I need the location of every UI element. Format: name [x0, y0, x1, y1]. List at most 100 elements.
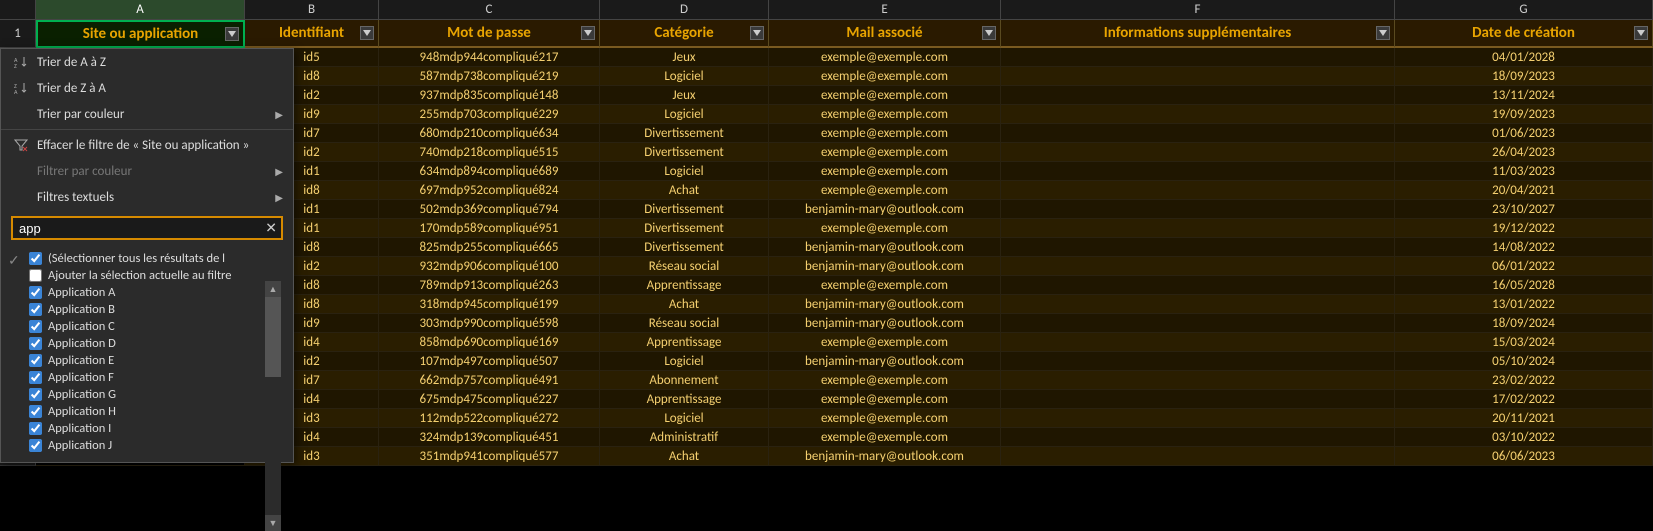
- check-item[interactable]: Application E: [29, 352, 293, 369]
- filter-button-mail[interactable]: [982, 26, 996, 40]
- cell-info[interactable]: [1001, 390, 1395, 409]
- cell-mail[interactable]: exemple@exemple.com: [769, 219, 1001, 238]
- filter-button-motdepasse[interactable]: [581, 26, 595, 40]
- check-item[interactable]: Application I: [29, 420, 293, 437]
- cell-categorie[interactable]: Achat: [600, 447, 769, 466]
- cell-mail[interactable]: benjamin-mary@outlook.com: [769, 200, 1001, 219]
- sort-az[interactable]: AZ Trier de A à Z: [1, 49, 293, 75]
- cell-info[interactable]: [1001, 67, 1395, 86]
- col-letter-B[interactable]: B: [245, 0, 379, 19]
- scroll-down-icon[interactable]: ▼: [265, 515, 281, 531]
- cell-mail[interactable]: benjamin-mary@outlook.com: [769, 447, 1001, 466]
- cell-date[interactable]: 06/01/2022: [1395, 257, 1653, 276]
- cell-motdepasse[interactable]: 351mdp941compliqué577: [379, 447, 600, 466]
- cell-mail[interactable]: exemple@exemple.com: [769, 143, 1001, 162]
- cell-motdepasse[interactable]: 740mdp218compliqué515: [379, 143, 600, 162]
- cell-motdepasse[interactable]: 932mdp906compliqué100: [379, 257, 600, 276]
- checkbox-item[interactable]: [29, 371, 42, 384]
- col-letter-D[interactable]: D: [600, 0, 769, 19]
- check-item[interactable]: Application D: [29, 335, 293, 352]
- cell-date[interactable]: 06/06/2023: [1395, 447, 1653, 466]
- cell-date[interactable]: 01/06/2023: [1395, 124, 1653, 143]
- col-letter-F[interactable]: F: [1001, 0, 1395, 19]
- cell-categorie[interactable]: Divertissement: [600, 124, 769, 143]
- checkbox-item[interactable]: [29, 422, 42, 435]
- cell-info[interactable]: [1001, 86, 1395, 105]
- cell-info[interactable]: [1001, 200, 1395, 219]
- cell-categorie[interactable]: Logiciel: [600, 162, 769, 181]
- check-item[interactable]: Application J: [29, 437, 293, 454]
- cell-categorie[interactable]: Réseau social: [600, 314, 769, 333]
- filter-button-date[interactable]: [1634, 26, 1648, 40]
- filter-button-site[interactable]: [225, 27, 239, 41]
- cell-mail[interactable]: exemple@exemple.com: [769, 428, 1001, 447]
- cell-date[interactable]: 19/12/2022: [1395, 219, 1653, 238]
- sort-za[interactable]: ZA Trier de Z à A: [1, 75, 293, 101]
- cell-motdepasse[interactable]: 858mdp690compliqué169: [379, 333, 600, 352]
- cell-info[interactable]: [1001, 105, 1395, 124]
- col-letter-A[interactable]: A: [36, 0, 245, 19]
- cell-categorie[interactable]: Apprentissage: [600, 276, 769, 295]
- checkbox-item[interactable]: [29, 354, 42, 367]
- cell-info[interactable]: [1001, 333, 1395, 352]
- col-letter-G[interactable]: G: [1395, 0, 1653, 19]
- clear-filter[interactable]: Effacer le filtre de « Site ou applicati…: [1, 132, 293, 158]
- cell-date[interactable]: 18/09/2023: [1395, 67, 1653, 86]
- cell-date[interactable]: 26/04/2023: [1395, 143, 1653, 162]
- cell-mail[interactable]: exemple@exemple.com: [769, 333, 1001, 352]
- cell-info[interactable]: [1001, 447, 1395, 466]
- checkbox-item[interactable]: [29, 405, 42, 418]
- cell-info[interactable]: [1001, 428, 1395, 447]
- cell-date[interactable]: 16/05/2028: [1395, 276, 1653, 295]
- filter-button-categorie[interactable]: [750, 26, 764, 40]
- header-motdepasse[interactable]: Mot de passe: [379, 20, 600, 48]
- header-mail[interactable]: Mail associé: [769, 20, 1001, 48]
- col-letter-E[interactable]: E: [769, 0, 1001, 19]
- cell-motdepasse[interactable]: 112mdp522compliqué272: [379, 409, 600, 428]
- check-item[interactable]: Application B: [29, 301, 293, 318]
- cell-info[interactable]: [1001, 181, 1395, 200]
- checkbox-item[interactable]: [29, 320, 42, 333]
- cell-categorie[interactable]: Divertissement: [600, 219, 769, 238]
- cell-categorie[interactable]: Divertissement: [600, 238, 769, 257]
- cell-mail[interactable]: exemple@exemple.com: [769, 181, 1001, 200]
- cell-motdepasse[interactable]: 255mdp703compliqué229: [379, 105, 600, 124]
- checklist-scrollbar[interactable]: ▲ ▼: [265, 281, 281, 531]
- scroll-up-icon[interactable]: ▲: [265, 281, 281, 297]
- cell-categorie[interactable]: Achat: [600, 181, 769, 200]
- checkbox-item[interactable]: [29, 303, 42, 316]
- cell-categorie[interactable]: Logiciel: [600, 409, 769, 428]
- cell-motdepasse[interactable]: 675mdp475compliqué227: [379, 390, 600, 409]
- cell-categorie[interactable]: Jeux: [600, 48, 769, 67]
- cell-info[interactable]: [1001, 295, 1395, 314]
- cell-mail[interactable]: exemple@exemple.com: [769, 390, 1001, 409]
- cell-date[interactable]: 20/04/2021: [1395, 181, 1653, 200]
- cell-motdepasse[interactable]: 789mdp913compliqué263: [379, 276, 600, 295]
- header-info[interactable]: Informations supplémentaires: [1001, 20, 1395, 48]
- cell-date[interactable]: 04/01/2028: [1395, 48, 1653, 67]
- cell-categorie[interactable]: Jeux: [600, 86, 769, 105]
- cell-date[interactable]: 20/11/2021: [1395, 409, 1653, 428]
- cell-info[interactable]: [1001, 48, 1395, 67]
- cell-categorie[interactable]: Réseau social: [600, 257, 769, 276]
- search-input[interactable]: [11, 216, 283, 240]
- cell-categorie[interactable]: Abonnement: [600, 371, 769, 390]
- cell-motdepasse[interactable]: 825mdp255compliqué665: [379, 238, 600, 257]
- checkbox-item[interactable]: [29, 286, 42, 299]
- cell-motdepasse[interactable]: 680mdp210compliqué634: [379, 124, 600, 143]
- check-item[interactable]: Application F: [29, 369, 293, 386]
- cell-info[interactable]: [1001, 162, 1395, 181]
- cell-categorie[interactable]: Divertissement: [600, 143, 769, 162]
- cell-mail[interactable]: exemple@exemple.com: [769, 105, 1001, 124]
- cell-motdepasse[interactable]: 937mdp835compliqué148: [379, 86, 600, 105]
- cell-info[interactable]: [1001, 352, 1395, 371]
- cell-mail[interactable]: benjamin-mary@outlook.com: [769, 295, 1001, 314]
- cell-motdepasse[interactable]: 502mdp369compliqué794: [379, 200, 600, 219]
- checkbox-item[interactable]: [29, 337, 42, 350]
- cell-date[interactable]: 05/10/2024: [1395, 352, 1653, 371]
- header-site[interactable]: Site ou application: [36, 20, 245, 48]
- cell-motdepasse[interactable]: 303mdp990compliqué598: [379, 314, 600, 333]
- cell-info[interactable]: [1001, 314, 1395, 333]
- cell-categorie[interactable]: Administratif: [600, 428, 769, 447]
- cell-date[interactable]: 14/08/2022: [1395, 238, 1653, 257]
